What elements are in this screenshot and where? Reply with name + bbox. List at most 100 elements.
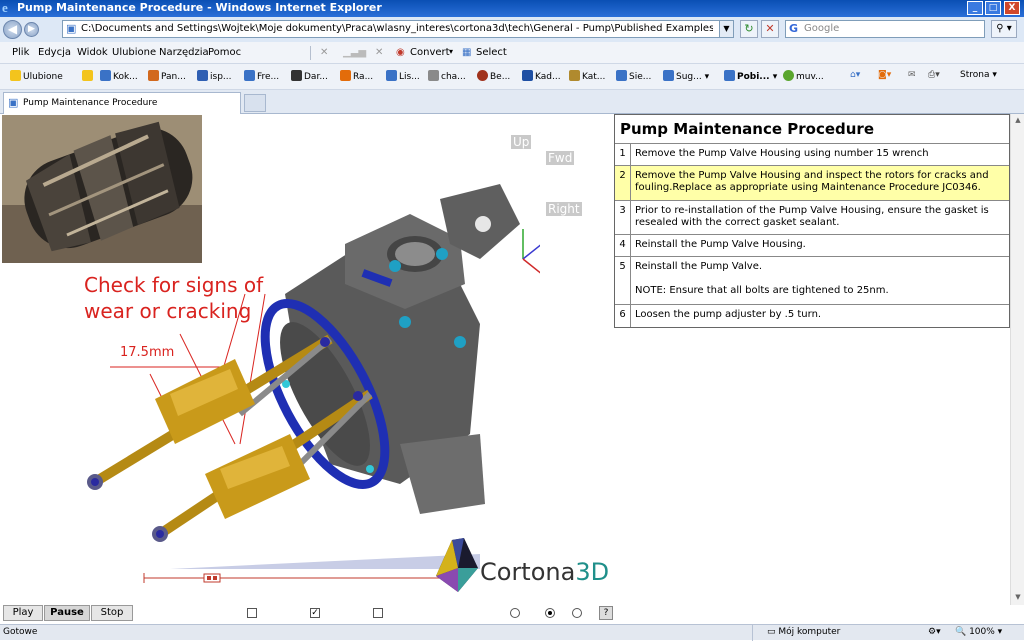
page-content: Check for signs of wear or cracking 17.5… <box>0 114 1010 605</box>
menu-narzedzia[interactable]: Narzędzia <box>159 47 209 58</box>
address-toolbar: ◀ ▶ ▣ C:\Documents and Settings\Wojtek\M… <box>0 17 1024 42</box>
fav-link-7[interactable]: Lis... <box>386 70 420 82</box>
search-input[interactable]: G Google <box>785 20 985 38</box>
option-radio-3[interactable] <box>572 608 582 618</box>
step-text: Remove the Pump Valve Housing using numb… <box>635 148 929 159</box>
protected-mode-icon[interactable]: ⚙▾ <box>928 627 941 637</box>
select-button[interactable]: Select <box>476 47 507 58</box>
site-icon <box>477 70 488 81</box>
step-number: 3 <box>615 201 631 234</box>
zoom-level[interactable]: 🔍 100% ▾ <box>955 627 1002 637</box>
fav-link-5[interactable]: Dar... <box>291 70 328 82</box>
address-dropdown-icon[interactable]: ▼ <box>719 21 733 37</box>
fav-label: Be... <box>490 72 511 82</box>
back-button[interactable]: ◀ <box>3 20 22 39</box>
fav-link-4[interactable]: Fre... <box>244 70 279 82</box>
add-favorite-icon[interactable] <box>82 70 95 82</box>
tab-pump-procedure[interactable]: ▣ Pump Maintenance Procedure <box>3 92 241 114</box>
forward-button[interactable]: ▶ <box>24 22 39 37</box>
convert-button[interactable]: Convert <box>410 47 450 58</box>
fav-link-9[interactable]: Be... <box>477 70 510 82</box>
close-button[interactable]: X <box>1004 1 1020 15</box>
home-icon[interactable]: ⌂▾ <box>850 70 860 80</box>
ie-page-icon <box>663 70 674 81</box>
option-checkbox-1[interactable] <box>247 608 257 618</box>
scroll-down-icon[interactable]: ▼ <box>1013 593 1023 603</box>
fav-label: Ra... <box>353 72 374 82</box>
fav-link-11[interactable]: Kat... <box>569 70 605 82</box>
signal-bars-icon: ▁▃▅ <box>343 47 367 58</box>
page-menu-label: Strona <box>960 70 990 80</box>
fav-link-14[interactable]: Pobi... ▾ <box>724 70 777 82</box>
option-checkbox-3[interactable] <box>373 608 383 618</box>
axis-right-label: Right <box>546 202 582 216</box>
option-radio-1[interactable] <box>510 608 520 618</box>
fav-link-12[interactable]: Sie... <box>616 70 651 82</box>
cortona3d-logo-icon <box>436 538 478 592</box>
search-button[interactable]: ⚲ ▾ <box>991 20 1017 38</box>
scroll-up-icon[interactable]: ▲ <box>1013 116 1023 126</box>
help-button[interactable]: ? <box>599 606 613 620</box>
stop-loading-button[interactable]: ✕ <box>761 20 779 38</box>
procedure-step-5[interactable]: 5 Reinstall the Pump Valve. NOTE: Ensure… <box>615 257 1009 305</box>
fav-link-15[interactable]: muv... <box>783 70 824 82</box>
page-menu[interactable]: Strona ▾ <box>960 70 997 80</box>
step-number: 1 <box>615 144 631 165</box>
fav-label: Sug... <box>676 72 702 82</box>
menu-edycja[interactable]: Edycja <box>38 47 71 58</box>
fav-label: isp... <box>210 72 232 82</box>
convert-dropdown-icon[interactable]: ▾ <box>449 47 453 56</box>
option-radio-2[interactable] <box>545 608 555 618</box>
fav-label: Fre... <box>257 72 280 82</box>
option-checkbox-2[interactable]: ✓ <box>310 608 320 618</box>
tab-bar: ▣ Pump Maintenance Procedure <box>0 90 1024 114</box>
favorites-bar: Ulubione Kok... Pan... isp... Fre... Dar… <box>0 64 1024 90</box>
fav-link-8[interactable]: cha... <box>428 70 466 82</box>
fav-label: cha... <box>441 72 466 82</box>
close-toolbar-icon[interactable]: ✕ <box>320 47 328 58</box>
menu-plik[interactable]: Plik <box>12 47 29 58</box>
fav-link-3[interactable]: isp... <box>197 70 232 82</box>
procedure-step-3[interactable]: 3 Prior to re-installation of the Pump V… <box>615 201 1009 235</box>
step-text: Reinstall the Pump Valve Housing. <box>635 239 806 250</box>
mail-icon[interactable]: ✉ <box>908 70 916 80</box>
print-icon[interactable]: ⎙▾ <box>928 70 940 80</box>
ie-logo-icon: e <box>2 0 8 15</box>
pb-icon <box>428 70 439 81</box>
favorites-center-button[interactable]: Ulubione <box>10 70 63 82</box>
close-addon-icon[interactable]: ✕ <box>375 47 383 58</box>
fav-link-10[interactable]: Kad... <box>522 70 561 82</box>
procedure-step-4[interactable]: 4 Reinstall the Pump Valve Housing. <box>615 235 1009 257</box>
address-url[interactable]: C:\Documents and Settings\Wojtek\Moje do… <box>81 23 713 34</box>
procedure-step-6[interactable]: 6 Loosen the pump adjuster by .5 turn. <box>615 305 1009 327</box>
fav-link-2[interactable]: Pan... <box>148 70 186 82</box>
fav-link-6[interactable]: Ra... <box>340 70 373 82</box>
pr-icon <box>522 70 533 81</box>
fav-link-13[interactable]: Sug... ▾ <box>663 70 709 82</box>
fav-link-1[interactable]: Kok... <box>100 70 138 82</box>
play-button[interactable]: Play <box>3 605 43 621</box>
forward-arrow-icon: ▶ <box>28 24 35 34</box>
refresh-button[interactable]: ↻ <box>740 20 758 38</box>
animation-timeline[interactable] <box>140 554 480 584</box>
status-bar: Gotowe ▭ Mój komputer ⚙▾ 🔍 100% ▾ <box>0 624 1024 641</box>
menu-widok[interactable]: Widok <box>77 47 108 58</box>
rss-icon[interactable]: ◙▾ <box>878 70 891 80</box>
ie-page-icon <box>724 70 735 81</box>
back-arrow-icon: ◀ <box>7 22 18 36</box>
pause-button[interactable]: Pause <box>44 605 90 621</box>
menu-pomoc[interactable]: Pomoc <box>208 47 241 58</box>
procedure-step-1[interactable]: 1 Remove the Pump Valve Housing using nu… <box>615 144 1009 166</box>
minimize-button[interactable]: _ <box>967 1 983 15</box>
vertical-scrollbar[interactable]: ▲ ▼ <box>1010 114 1024 605</box>
step-text-block: Reinstall the Pump Valve. NOTE: Ensure t… <box>631 257 1009 301</box>
procedure-step-2[interactable]: 2 Remove the Pump Valve Housing and insp… <box>615 166 1009 201</box>
stop-icon: ✕ <box>765 22 775 35</box>
fav-label: Kat... <box>582 72 606 82</box>
menu-ulubione[interactable]: Ulubione <box>112 47 156 58</box>
stop-button[interactable]: Stop <box>91 605 133 621</box>
maximize-button[interactable]: □ <box>985 1 1001 15</box>
address-bar[interactable]: ▣ C:\Documents and Settings\Wojtek\Moje … <box>62 20 734 38</box>
pump-3d-model[interactable] <box>70 184 540 564</box>
new-tab-button[interactable] <box>244 94 266 112</box>
